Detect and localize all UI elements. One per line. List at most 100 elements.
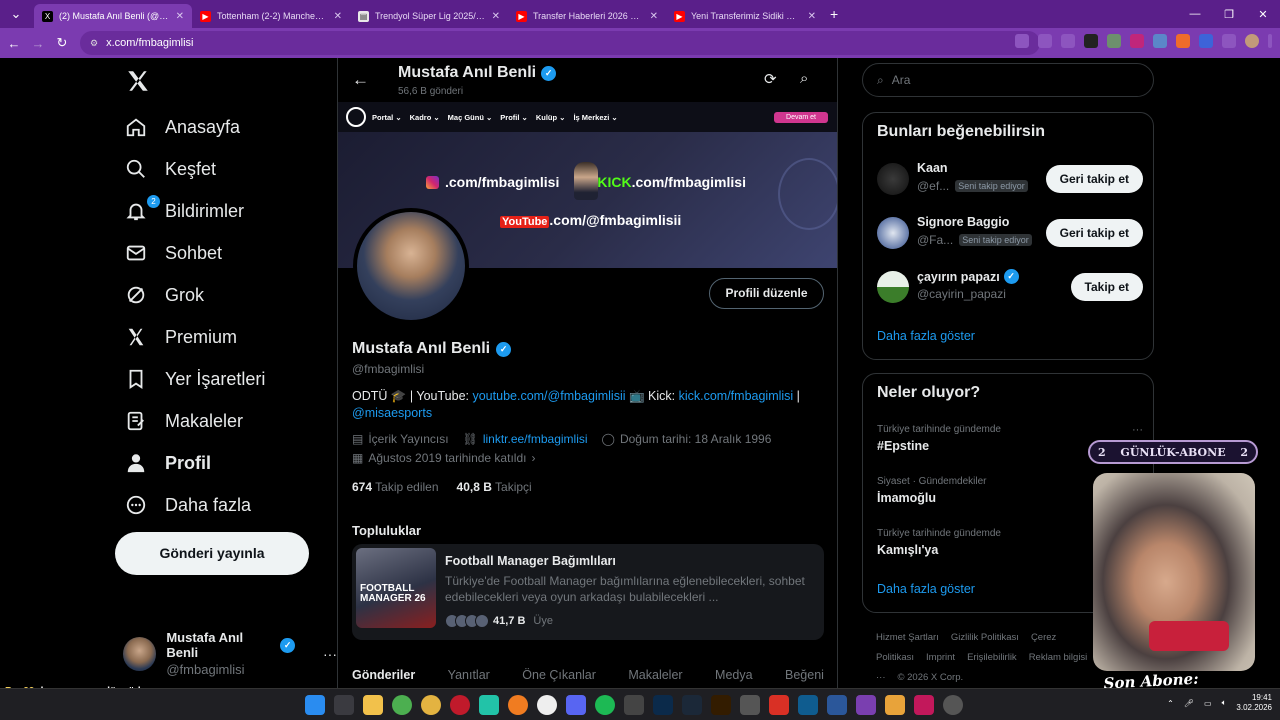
address-bar[interactable]: ⚙ x.com/fmbagimlisi (80, 31, 1040, 55)
follow-button[interactable]: Geri takip et (1045, 165, 1143, 193)
extension-icon[interactable] (1199, 34, 1213, 48)
photoshop-icon[interactable] (653, 695, 673, 715)
footer-link[interactable]: Imprint (926, 652, 955, 663)
nav-item-bookmark[interactable]: Yer İşaretleri (125, 368, 265, 390)
back-arrow-icon[interactable]: ← (352, 70, 369, 90)
suggestion-row[interactable]: Kaan @ef... Seni takip ediyor Geri takip et (877, 161, 1143, 199)
extension-icon[interactable] (1176, 34, 1190, 48)
extension-icon[interactable] (1130, 34, 1144, 48)
chevron-up-icon[interactable]: ⌃ (1167, 699, 1174, 708)
tab-2[interactable]: Öne Çıkanlar (522, 668, 596, 682)
display-icon[interactable]: ▭ (1204, 699, 1212, 708)
nav-item-x[interactable]: Premium (125, 326, 237, 348)
search-input[interactable]: ⌕ Ara (862, 63, 1154, 97)
show-more-link[interactable]: Daha fazla göster (877, 329, 975, 343)
search-icon[interactable]: ⌕ (800, 70, 808, 87)
youtube-link[interactable]: youtube.com/@fmbagimlisii (472, 389, 625, 403)
suggestion-row[interactable]: Signore Baggio @Fa... Seni takip ediyor Ger… (877, 215, 1143, 253)
footer-link[interactable]: Reklam bilgisi (1029, 652, 1088, 663)
mic-icon[interactable]: 🎤︎ (1184, 699, 1194, 708)
browser-tab[interactable]: ▤ Trendyol Süper Lig 2025/2026 Sezonu ✕ (350, 4, 508, 28)
tab-close-icon[interactable]: ✕ (492, 11, 500, 22)
bookmark-star-icon[interactable] (1061, 34, 1075, 48)
kick-link[interactable]: kick.com/fmbagimlisi (679, 389, 794, 403)
app-icon[interactable] (798, 695, 818, 715)
app-icon[interactable] (914, 695, 934, 715)
site-info-icon[interactable]: ⚙ (90, 38, 98, 49)
tab-close-icon[interactable]: ✕ (808, 11, 816, 22)
app-icon[interactable] (479, 695, 499, 715)
forward-icon[interactable]: → (26, 36, 50, 51)
website-item[interactable]: ⛓ linktr.ee/fmbagimlisi (463, 432, 588, 446)
footer-link[interactable]: Erişilebilirlik (967, 652, 1017, 663)
nav-item-grok[interactable]: Grok (125, 284, 204, 306)
tab-close-icon[interactable]: ✕ (650, 11, 658, 22)
extensions-puzzle-icon[interactable] (1222, 34, 1236, 48)
follow-button[interactable]: Takip et (1070, 273, 1143, 301)
app-icon[interactable] (537, 695, 557, 715)
extension-icon[interactable] (1084, 34, 1098, 48)
tab-1[interactable]: Yanıtlar (448, 668, 490, 682)
tab-3[interactable]: Makaleler (628, 668, 682, 682)
account-switcher[interactable]: Mustafa Anıl Benli ✓ @fmbagimlisi ··· (123, 630, 337, 677)
volume-icon[interactable]: 🔈︎ (1222, 698, 1227, 708)
new-tab-button[interactable]: + (830, 6, 838, 22)
joined-item[interactable]: ▦ Ağustos 2019 tarihinde katıldı › (352, 451, 535, 465)
nav-item-more-circle[interactable]: Daha fazla (125, 494, 251, 516)
x-logo-icon[interactable] (125, 68, 151, 94)
profile-avatar[interactable] (353, 208, 469, 324)
browser-tab[interactable]: ▶ Transfer Haberleri 2026 ⚽ Maç Sonuçları… (508, 4, 666, 28)
close-window-button[interactable]: ✕ (1246, 8, 1280, 21)
firefox-icon[interactable] (508, 695, 528, 715)
footer-link[interactable]: Hizmet Şartları (876, 632, 939, 643)
chrome-icon[interactable] (421, 695, 441, 715)
chrome-icon[interactable] (392, 695, 412, 715)
tab-0[interactable]: Gönderiler (352, 668, 415, 682)
nav-item-home[interactable]: Anasayfa (125, 116, 240, 138)
illustrator-icon[interactable] (711, 695, 731, 715)
website-link[interactable]: linktr.ee/fmbagimlisi (483, 432, 588, 446)
app-icon[interactable] (827, 695, 847, 715)
nav-item-person[interactable]: Profil (125, 452, 211, 474)
zoom-icon[interactable] (1015, 34, 1029, 48)
tab-5[interactable]: Beğeni (785, 668, 824, 682)
post-button[interactable]: Gönderi yayınla (115, 532, 309, 575)
suggestion-row[interactable]: çayırın papazı ✓ @cayirin_papazi Takip et (877, 269, 1143, 307)
settings-icon[interactable] (740, 695, 760, 715)
mention-link[interactable]: @misaesports (352, 406, 432, 420)
footer-link[interactable]: Gizlilik Politikası (951, 632, 1019, 643)
reload-icon[interactable]: ↻ (50, 35, 74, 51)
steam-icon[interactable] (682, 695, 702, 715)
browser-menu-icon[interactable] (1268, 34, 1272, 48)
profile-avatar-icon[interactable] (1245, 34, 1259, 48)
minimize-button[interactable]: — (1178, 8, 1212, 20)
opera-icon[interactable] (450, 695, 470, 715)
start-icon[interactable] (305, 695, 325, 715)
app-icon[interactable] (856, 695, 876, 715)
app-icon[interactable] (885, 695, 905, 715)
follow-button[interactable]: Geri takip et (1045, 219, 1143, 247)
file-explorer-icon[interactable] (363, 695, 383, 715)
clock[interactable]: 19:41 3.02.2026 (1236, 693, 1272, 713)
tab-4[interactable]: Medya (715, 668, 753, 682)
nav-item-article[interactable]: Makaleler (125, 410, 243, 432)
extension-icon[interactable] (1153, 34, 1167, 48)
spotify-icon[interactable] (595, 695, 615, 715)
tab-search-icon[interactable]: ⌄ (4, 6, 28, 22)
more-icon[interactable]: ··· (323, 646, 337, 662)
tab-close-icon[interactable]: ✕ (176, 11, 184, 22)
search-icon[interactable] (334, 695, 354, 715)
extension-icon[interactable] (1107, 34, 1121, 48)
discord-icon[interactable] (566, 695, 586, 715)
trends-show-more-link[interactable]: Daha fazla göster (877, 582, 975, 596)
nav-item-search[interactable]: Keşfet (125, 158, 216, 180)
pdf-icon[interactable] (769, 695, 789, 715)
followers-link[interactable]: 40,8 B Takipçi (457, 480, 532, 494)
restore-button[interactable]: ❐ (1212, 8, 1246, 21)
edit-profile-button[interactable]: Profili düzenle (709, 278, 824, 309)
back-icon[interactable]: ← (2, 36, 26, 51)
nav-item-mail[interactable]: Sohbet (125, 242, 222, 264)
community-card[interactable]: FOOTBALL MANAGER 26 Football Manager Bağ… (352, 544, 824, 640)
app-icon[interactable] (624, 695, 644, 715)
app-icon[interactable] (943, 695, 963, 715)
